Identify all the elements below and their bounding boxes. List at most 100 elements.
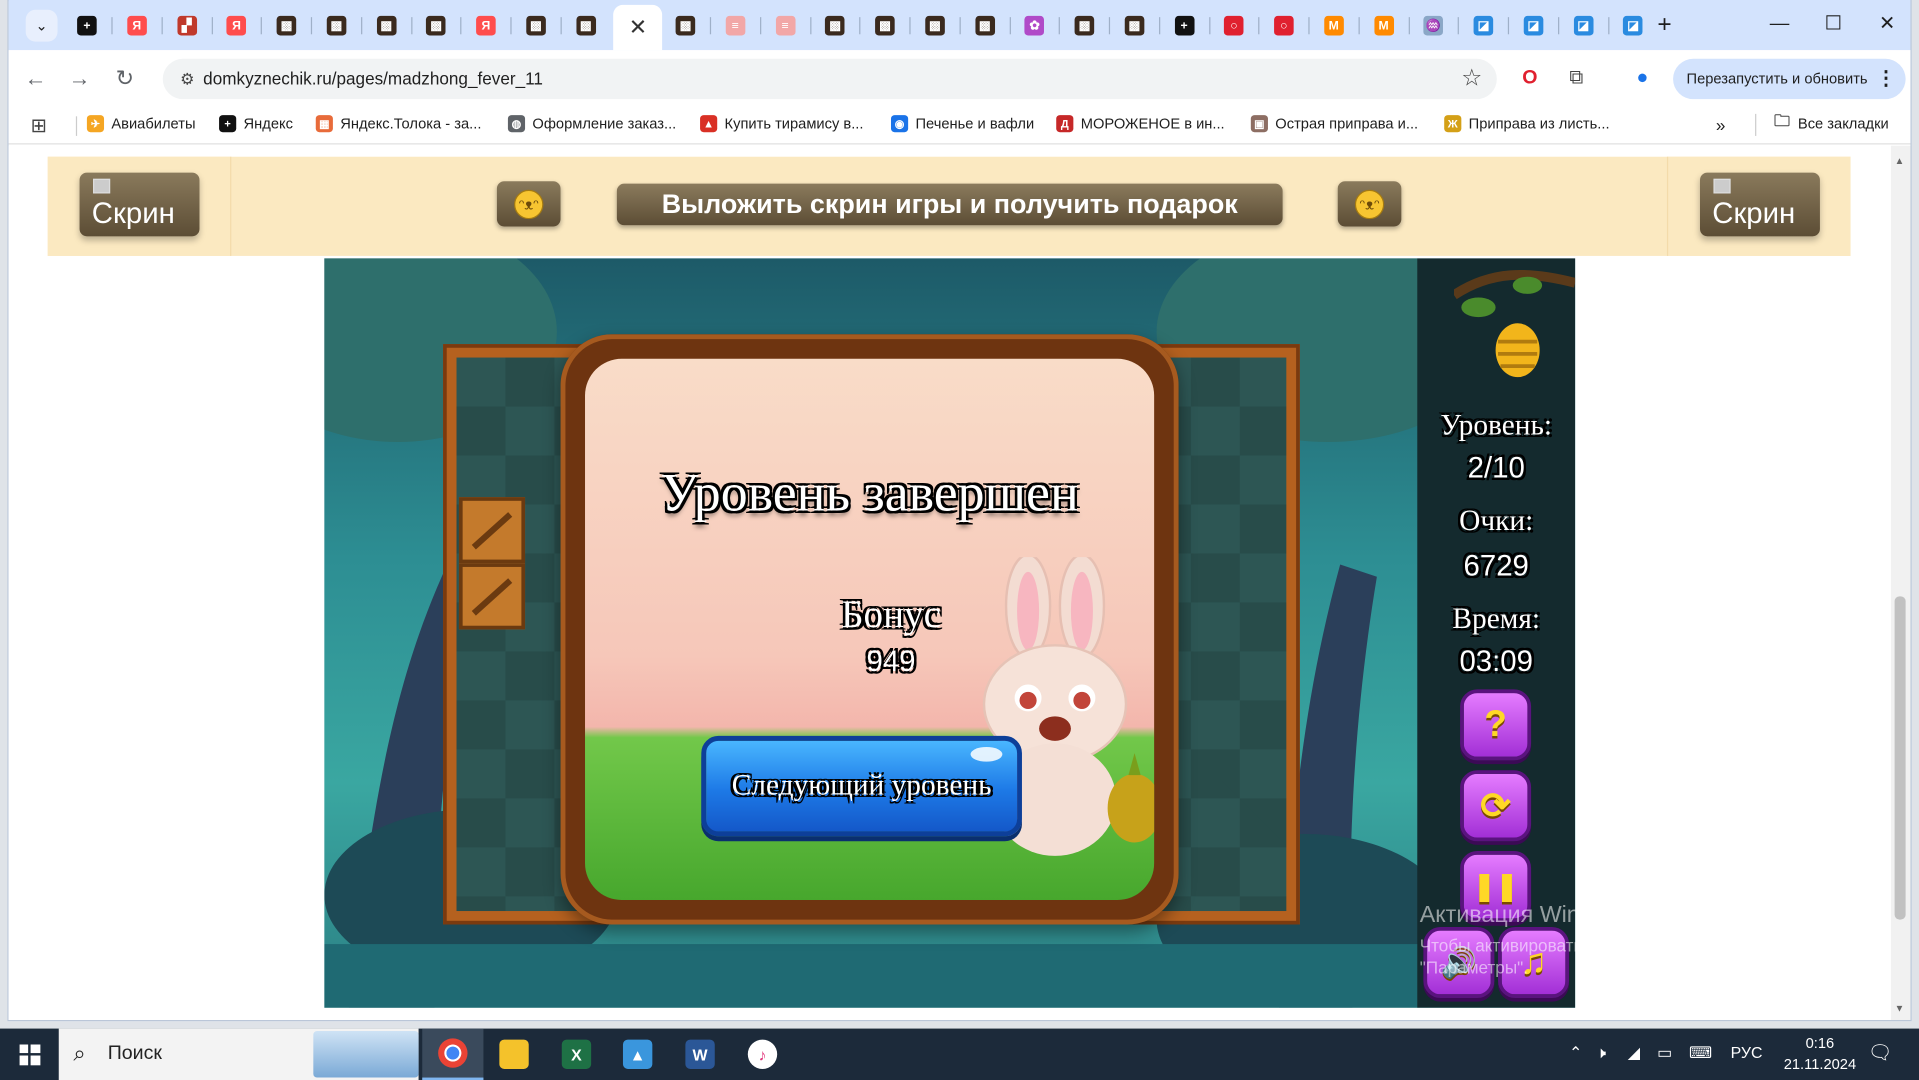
browser-tab[interactable]: ◪ xyxy=(1611,10,1655,42)
bookmark-label: Острая приправа и... xyxy=(1275,115,1419,133)
all-bookmarks-button[interactable]: 🗀 Все закладки xyxy=(1773,111,1889,132)
browser-tab[interactable]: ▩ xyxy=(414,10,458,42)
bonus-label: Бонус xyxy=(840,591,941,636)
next-level-button[interactable]: Следующий уровень xyxy=(701,735,1022,837)
browser-tab[interactable]: ○ xyxy=(1262,10,1306,42)
url-text[interactable]: domkyznechik.ru/pages/madzhong_fever_11 xyxy=(203,69,543,89)
tab-separator xyxy=(1358,17,1360,35)
bookmark-item[interactable]: ◉ Печенье и вафли xyxy=(890,115,1034,133)
browser-tab[interactable]: ▩ xyxy=(1062,10,1106,42)
bookmark-label: Приправа из листь... xyxy=(1468,115,1610,133)
help-button[interactable]: ? xyxy=(1460,689,1532,761)
address-bar[interactable]: ⚙ domkyznechik.ru/pages/madzhong_fever_1… xyxy=(162,58,1497,100)
bookmark-item[interactable]: + Яндекс xyxy=(219,115,293,133)
browser-tab[interactable]: ≡ xyxy=(763,10,807,42)
browser-tab[interactable]: ▩ xyxy=(863,10,907,42)
bookmark-item[interactable]: ▲ Купить тирамису в... xyxy=(700,115,863,133)
restart-button[interactable]: ⟳ xyxy=(1460,770,1532,842)
browser-tab[interactable]: ▩ xyxy=(913,10,957,42)
taskbar-clock[interactable]: 0:16 21.11.2024 xyxy=(1777,1033,1863,1075)
profile-avatar-icon[interactable]: ● xyxy=(1629,65,1656,92)
upload-screenshot-button[interactable]: Выложить скрин игры и получить подарок xyxy=(616,183,1283,226)
emoji-button-left[interactable]: ᵔᴥᵔ xyxy=(496,181,561,227)
page-scrollbar[interactable]: ▲ ▼ xyxy=(1890,145,1911,1021)
scroll-thumb[interactable] xyxy=(1894,596,1906,920)
browser-tab[interactable]: ▩ xyxy=(514,10,558,42)
photos-app-icon[interactable]: ▲ xyxy=(607,1029,668,1080)
browser-tab[interactable]: ♒ xyxy=(1411,10,1455,42)
scroll-down-arrow-icon[interactable]: ▼ xyxy=(1895,1003,1905,1014)
browser-tab[interactable]: ◪ xyxy=(1461,10,1505,42)
emoji-button-right[interactable]: ᵔᴥᵔ xyxy=(1337,181,1402,227)
file-explorer-app-icon[interactable] xyxy=(483,1029,544,1080)
browser-tab[interactable]: ◪ xyxy=(1561,10,1605,42)
crate-tile[interactable] xyxy=(458,563,526,630)
new-tab-button[interactable]: + xyxy=(1651,11,1678,38)
battery-icon[interactable]: ▭ xyxy=(1657,1043,1672,1063)
opera-extension-icon[interactable]: O xyxy=(1516,65,1543,92)
bookmark-item[interactable]: ✈ Авиабилеты xyxy=(86,115,195,133)
taskbar-search[interactable]: ⌕ Поиск xyxy=(58,1028,419,1080)
tab-separator xyxy=(560,17,562,35)
close-tab-icon[interactable]: ✕ xyxy=(629,15,647,41)
notifications-icon[interactable]: 🗨 xyxy=(1868,1041,1893,1065)
language-indicator[interactable]: РУС xyxy=(1731,1043,1763,1061)
browser-tab[interactable]: M xyxy=(1312,10,1356,42)
close-window-icon[interactable]: ✕ xyxy=(1874,10,1901,39)
volume-muted-icon[interactable]: 🕨 xyxy=(1596,1043,1606,1063)
forward-arrow-icon[interactable]: → xyxy=(65,64,94,93)
minimize-icon[interactable]: — xyxy=(1766,10,1793,39)
network-icon[interactable]: ◢ xyxy=(1628,1043,1640,1063)
browser-tab[interactable]: ▩ xyxy=(364,10,408,42)
browser-tab[interactable]: ▩ xyxy=(264,10,308,42)
browser-tab[interactable]: ✿ xyxy=(1012,10,1056,42)
word-app-icon[interactable]: W xyxy=(669,1029,730,1080)
extensions-puzzle-icon[interactable]: ⧉ xyxy=(1563,65,1590,92)
browser-tab[interactable]: ▩ xyxy=(663,10,707,42)
browser-tab[interactable]: ◪ xyxy=(1511,10,1555,42)
apps-grid-icon[interactable]: ⊞ xyxy=(31,114,47,138)
back-arrow-icon[interactable]: ← xyxy=(21,64,50,93)
browser-tab[interactable]: ≡ xyxy=(713,10,757,42)
start-button[interactable] xyxy=(0,1029,59,1080)
itunes-app-icon[interactable]: ♪ xyxy=(732,1029,793,1080)
browser-tab[interactable]: ▩ xyxy=(963,10,1007,42)
bookmark-item[interactable]: ◍ Оформление заказ... xyxy=(507,115,676,133)
maximize-icon[interactable]: ☐ xyxy=(1820,10,1847,39)
more-bookmarks-chevron-icon[interactable]: » xyxy=(1716,115,1726,135)
tab-active[interactable]: ✕ xyxy=(613,4,663,51)
browser-tab[interactable]: ○ xyxy=(1212,10,1256,42)
browser-tab[interactable]: + xyxy=(65,10,109,42)
game-icon: ▩ xyxy=(974,15,995,36)
chrome-app-icon[interactable] xyxy=(422,1028,484,1080)
browser-tab[interactable]: M xyxy=(1362,10,1406,42)
crate-tile[interactable] xyxy=(458,497,526,564)
relaunch-update-button[interactable]: Перезапустить и обновить ⋮ xyxy=(1673,58,1906,100)
browser-tab[interactable]: Я xyxy=(214,10,258,42)
scroll-up-arrow-icon[interactable]: ▲ xyxy=(1895,156,1905,167)
browser-tab[interactable]: Я xyxy=(115,10,159,42)
excel-app-icon[interactable]: X xyxy=(546,1029,607,1080)
bookmark-item[interactable]: Д МОРОЖЕНОЕ в ин... xyxy=(1056,115,1225,133)
site-info-icon[interactable]: ⚙ xyxy=(175,67,199,91)
bookmark-item[interactable]: ▦ Яндекс.Толока - за... xyxy=(315,115,481,133)
reload-icon[interactable]: ↻ xyxy=(110,64,139,93)
bookmark-favicon-icon: ◍ xyxy=(507,115,526,133)
browser-tab[interactable]: + xyxy=(1162,10,1206,42)
keyboard-icon[interactable]: ⌨ xyxy=(1689,1043,1712,1063)
browser-tab[interactable]: ▩ xyxy=(314,10,358,42)
screenshot-image-left[interactable]: Скрин xyxy=(79,172,200,237)
bookmark-item[interactable]: Ж Приправа из листь... xyxy=(1444,115,1610,133)
tab-search-button[interactable]: ⌄ xyxy=(25,9,58,42)
bookmark-star-icon[interactable]: ☆ xyxy=(1461,65,1482,93)
browser-tab[interactable]: ▩ xyxy=(1112,10,1156,42)
browser-tab[interactable]: Я xyxy=(464,10,508,42)
browser-tab[interactable]: ▩ xyxy=(564,10,608,42)
menu-dots-icon[interactable]: ⋮ xyxy=(1876,66,1896,90)
bookmark-item[interactable]: ▣ Острая приправа и... xyxy=(1250,115,1419,133)
browser-tab[interactable]: ▩ xyxy=(813,10,857,42)
tray-chevron-icon[interactable]: ⌃ xyxy=(1569,1043,1582,1063)
browser-tab[interactable]: ▞ xyxy=(165,10,209,42)
screenshot-image-right[interactable]: Скрин xyxy=(1699,172,1820,237)
game-canvas[interactable]: Уровень завершен Бонус 949 Следующий уро… xyxy=(324,258,1576,1008)
